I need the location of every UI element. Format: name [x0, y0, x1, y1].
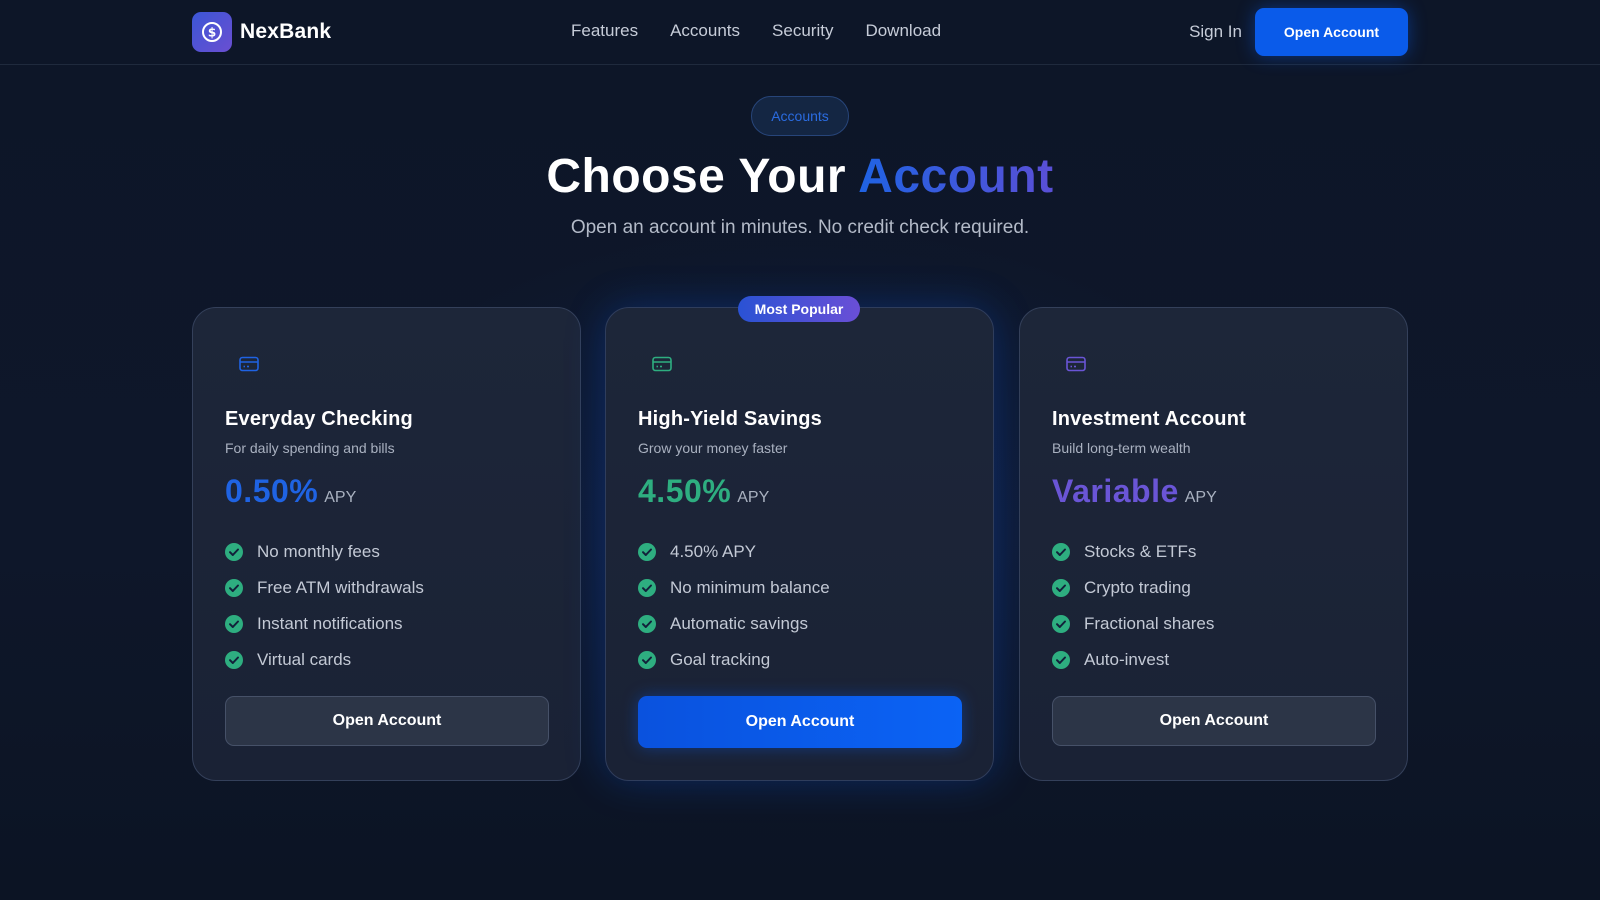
credit-card-icon	[1066, 356, 1086, 372]
check-circle-icon	[1052, 579, 1070, 597]
title-prefix: Choose Your	[546, 150, 859, 203]
list-item: Instant notifications	[225, 606, 424, 642]
page-title: Choose Your Account	[0, 149, 1600, 204]
credit-card-icon	[239, 356, 259, 372]
open-investment-button[interactable]: Open Account	[1052, 696, 1376, 746]
nav-links: Features Accounts Security Download	[571, 21, 973, 41]
rate: Variable APY	[1052, 473, 1217, 510]
card-high-yield-savings: Most Popular High-Yield Savings Grow you…	[605, 296, 994, 781]
card-description: Grow your money faster	[638, 440, 788, 456]
card-title: High-Yield Savings	[638, 408, 823, 430]
feature-text: Fractional shares	[1084, 614, 1215, 633]
check-circle-icon	[225, 543, 243, 561]
nav-actions: Sign In Open Account	[1189, 8, 1408, 56]
check-circle-icon	[638, 543, 656, 561]
feature-text: 4.50% APY	[670, 542, 757, 561]
rate-value: 0.50%	[225, 473, 319, 509]
dollar-logo-icon: $	[192, 12, 232, 52]
feature-text: Goal tracking	[670, 650, 771, 669]
check-circle-icon	[638, 579, 656, 597]
nav-link-features[interactable]: Features	[571, 21, 638, 41]
list-item: Crypto trading	[1052, 570, 1214, 606]
feature-text: Auto-invest	[1084, 650, 1170, 669]
card-title: Everyday Checking	[225, 408, 413, 430]
feature-text: Instant notifications	[257, 614, 403, 633]
list-item: No monthly fees	[225, 534, 424, 570]
list-item: No minimum balance	[638, 570, 830, 606]
rate: 0.50% APY	[225, 473, 356, 510]
open-checking-button[interactable]: Open Account	[225, 696, 549, 746]
svg-text:$: $	[208, 26, 216, 40]
check-circle-icon	[225, 579, 243, 597]
page-subtitle: Open an account in minutes. No credit ch…	[570, 217, 1030, 238]
rate-value: Variable	[1052, 473, 1179, 509]
title-accent: Account	[858, 150, 1054, 203]
feature-text: No monthly fees	[257, 542, 380, 561]
feature-list: 4.50% APY No minimum balance Automatic s…	[638, 534, 830, 678]
open-savings-button[interactable]: Open Account	[638, 696, 962, 748]
check-circle-icon	[225, 615, 243, 633]
check-circle-icon	[638, 651, 656, 669]
rate-unit: APY	[1184, 489, 1217, 506]
account-cards: Everyday Checking For daily spending and…	[192, 296, 1408, 781]
check-circle-icon	[1052, 651, 1070, 669]
card-description: For daily spending and bills	[225, 440, 395, 456]
list-item: Free ATM withdrawals	[225, 570, 424, 606]
feature-text: Stocks & ETFs	[1084, 542, 1197, 561]
rate-unit: APY	[737, 489, 770, 506]
rate-unit: APY	[324, 489, 357, 506]
card-investment-account: Investment Account Build long-term wealt…	[1019, 307, 1408, 781]
list-item: Goal tracking	[638, 642, 830, 678]
feature-list: No monthly fees Free ATM withdrawals Ins…	[225, 534, 424, 678]
feature-text: Automatic savings	[670, 614, 808, 633]
check-circle-icon	[1052, 543, 1070, 561]
list-item: Virtual cards	[225, 642, 424, 678]
open-account-nav-button[interactable]: Open Account	[1255, 8, 1408, 56]
rate: 4.50% APY	[638, 473, 769, 510]
brand[interactable]: $ NexBank	[192, 12, 331, 52]
list-item: Stocks & ETFs	[1052, 534, 1214, 570]
check-circle-icon	[225, 651, 243, 669]
section-badge: Accounts	[751, 96, 849, 136]
card-title: Investment Account	[1052, 408, 1247, 430]
top-nav: $ NexBank Features Accounts Security Dow…	[0, 0, 1600, 65]
list-item: 4.50% APY	[638, 534, 830, 570]
most-popular-badge: Most Popular	[738, 296, 860, 322]
nav-link-accounts[interactable]: Accounts	[670, 21, 740, 41]
feature-text: Crypto trading	[1084, 578, 1191, 597]
nav-link-download[interactable]: Download	[865, 21, 941, 41]
rate-value: 4.50%	[638, 473, 732, 509]
credit-card-icon	[652, 356, 672, 372]
card-description: Build long-term wealth	[1052, 440, 1191, 456]
list-item: Fractional shares	[1052, 606, 1214, 642]
check-circle-icon	[1052, 615, 1070, 633]
feature-text: Virtual cards	[257, 650, 352, 669]
nav-link-security[interactable]: Security	[772, 21, 833, 41]
sign-in-link[interactable]: Sign In	[1189, 22, 1242, 42]
feature-list: Stocks & ETFs Crypto trading Fractional …	[1052, 534, 1214, 678]
brand-name: NexBank	[240, 20, 332, 43]
card-everyday-checking: Everyday Checking For daily spending and…	[192, 307, 581, 781]
list-item: Auto-invest	[1052, 642, 1214, 678]
feature-text: No minimum balance	[670, 578, 830, 597]
list-item: Automatic savings	[638, 606, 830, 642]
check-circle-icon	[638, 615, 656, 633]
feature-text: Free ATM withdrawals	[257, 578, 424, 597]
